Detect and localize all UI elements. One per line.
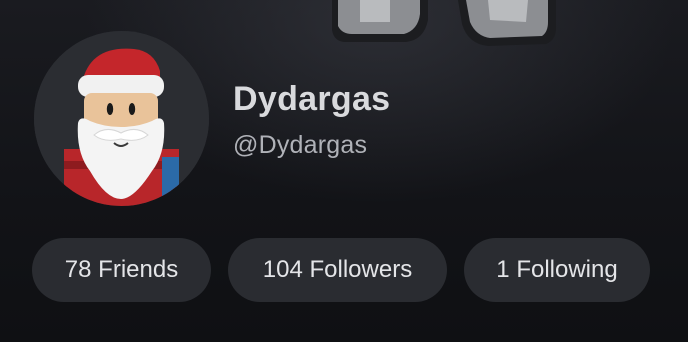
profile-names: Dydargas @Dydargas xyxy=(233,78,390,161)
avatar[interactable] xyxy=(34,31,209,206)
username: @Dydargas xyxy=(233,131,368,159)
display-name: Dydargas xyxy=(233,80,391,118)
santa-avatar-icon xyxy=(34,31,209,206)
profile-stats: 78 Friends 104 Followers 1 Following xyxy=(32,238,650,302)
friends-button[interactable]: 78 Friends xyxy=(32,238,211,302)
followers-button[interactable]: 104 Followers xyxy=(228,238,447,302)
following-button[interactable]: 1 Following xyxy=(464,238,650,302)
avatar-feet-graphic xyxy=(332,0,556,46)
